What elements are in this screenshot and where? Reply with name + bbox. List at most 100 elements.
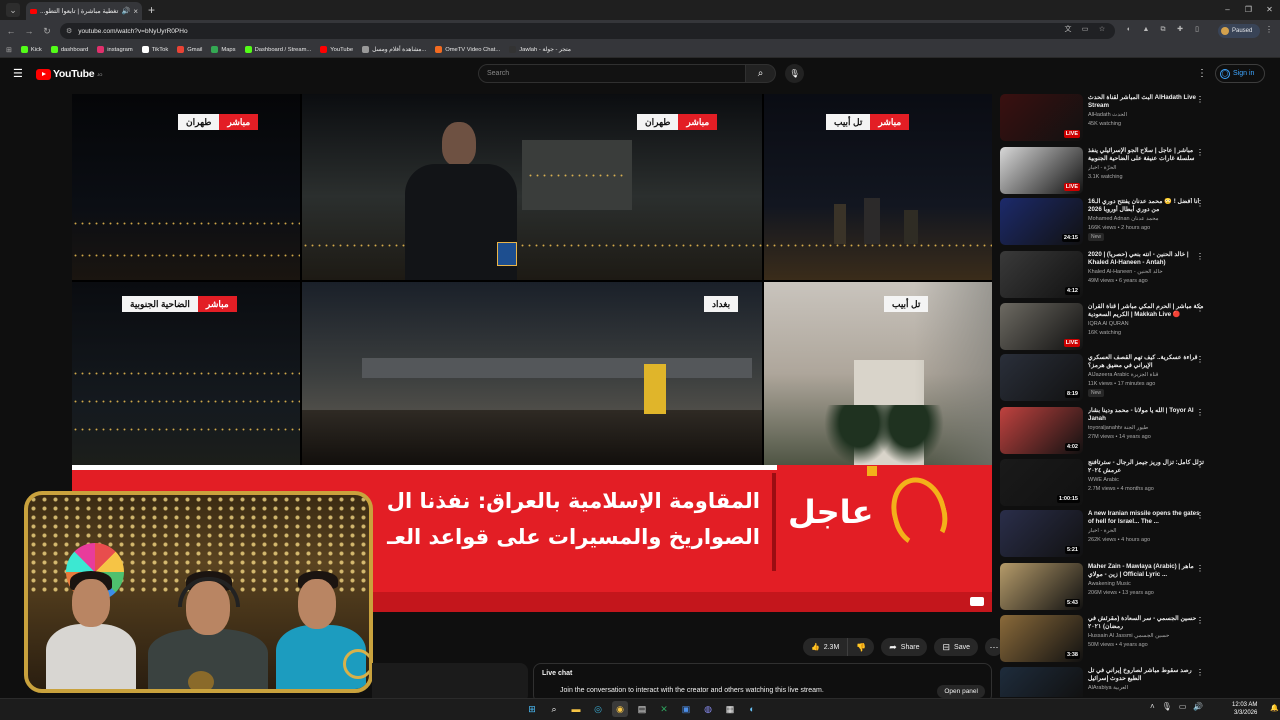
bookmark-star-icon[interactable]: ☆ [1096, 24, 1108, 36]
volume-icon[interactable]: 🔊 [1193, 702, 1203, 711]
hamburger-menu-icon[interactable]: ☰ [13, 69, 23, 80]
discord-icon[interactable]: ◍ [700, 701, 716, 717]
video-title[interactable]: تزلل كامل: تزال وريز جيمز الرجال - سترتا… [1088, 459, 1204, 474]
system-clock[interactable]: 12:03 AM 3/3/2026 [1232, 701, 1257, 717]
more-options-icon[interactable]: ⋮ [1196, 564, 1204, 573]
settings-kebab-icon[interactable]: ⋮ [1197, 68, 1207, 79]
more-options-icon[interactable]: ⋮ [1196, 304, 1204, 313]
new-tab-button[interactable]: + [148, 3, 155, 17]
site-info-icon[interactable]: ⚙ [66, 27, 72, 35]
voice-search-button[interactable]: 🎙 [785, 64, 804, 83]
channel-name[interactable]: الحرّة - أخبار [1088, 165, 1198, 171]
recommendation-item[interactable]: 8:19 قراءة عسكرية.. كيف تهم القصف العسكر… [1000, 354, 1210, 402]
chrome-icon[interactable]: ◉ [612, 701, 628, 717]
reload-icon[interactable]: ↻ [40, 26, 54, 37]
channel-name[interactable]: Hussain Al Jassmi حسين الجسمي [1088, 633, 1198, 639]
bookmark-3[interactable]: TikTok [141, 46, 168, 53]
recommendation-item[interactable]: 24:15 أنا أفضل ! 😳 محمد عدنان يفتتح دوري… [1000, 198, 1210, 246]
calculator-icon[interactable]: ▦ [722, 701, 738, 717]
video-title[interactable]: مكة مباشر | الحرم المكي مباشر | قناة الق… [1088, 303, 1204, 318]
network-icon[interactable]: ▭ [1179, 702, 1187, 711]
browser-tab-active[interactable]: تغطية مباشرة | تابعوا التطو... 🔊 × [26, 2, 142, 20]
app-icon[interactable]: ▣ [678, 701, 694, 717]
chevron-up-icon[interactable]: ˄ [1150, 702, 1155, 711]
browser-menu-icon[interactable]: ⋮ [1265, 25, 1273, 34]
more-options-icon[interactable]: ⋮ [1196, 511, 1204, 520]
forward-arrow-icon[interactable]: → [22, 26, 36, 36]
search-input[interactable]: Search [478, 64, 746, 83]
video-title[interactable]: قراءة عسكرية.. كيف تهم القصف العسكري الإ… [1088, 354, 1204, 369]
notifications-bell-icon[interactable]: 🔔 [1270, 704, 1279, 712]
video-title[interactable]: الله يا مولانا - محمد ودينا بشار | Toyor… [1088, 407, 1204, 422]
video-thumbnail[interactable]: 5:21 [1000, 510, 1083, 557]
share-button[interactable]: ➦ Share [881, 638, 928, 656]
start-windows-icon[interactable]: ⊞ [524, 701, 540, 717]
more-options-icon[interactable]: ⋮ [1196, 148, 1204, 157]
bookmark-2[interactable]: instagram [97, 46, 133, 53]
youtube-logo[interactable]: YouTube JO [36, 68, 102, 80]
extension-icon[interactable]: ▲ [1140, 24, 1152, 36]
recommendation-item[interactable]: 5:21 A new Iranian missile opens the gat… [1000, 510, 1210, 558]
back-arrow-icon[interactable]: ← [4, 26, 18, 36]
edge-icon[interactable]: ◎ [590, 701, 606, 717]
excel-icon[interactable]: ✕ [656, 701, 672, 717]
recommendation-item[interactable]: 4:12 خالد الحنين - انته بنعي (حصرياً) | … [1000, 251, 1210, 299]
bookmark-7[interactable]: YouTube [320, 46, 353, 53]
recommendation-item[interactable]: LIVE مكة مباشر | الحرم المكي مباشر | قنا… [1000, 303, 1210, 351]
profile-button[interactable]: Paused [1218, 24, 1260, 38]
extension-icon[interactable]: ◐ [1123, 24, 1135, 36]
bookmark-1[interactable]: dashboard [50, 46, 88, 53]
open-panel-button[interactable]: Open panel [937, 685, 985, 698]
tab-close-icon[interactable]: × [133, 7, 138, 16]
more-options-icon[interactable]: ⋮ [1196, 95, 1204, 104]
more-options-icon[interactable]: ⋮ [1196, 408, 1204, 417]
video-title[interactable]: البث المباشر لقناة الحدث AlHadath Live S… [1088, 94, 1204, 109]
bookmark-8[interactable]: مشاهدة أفلام ومسل... [362, 46, 426, 53]
recommendation-item[interactable]: 5:43 Maher Zain - Mawlaya (Arabic) | ماه… [1000, 563, 1210, 611]
video-thumbnail[interactable]: LIVE [1000, 94, 1083, 141]
sidebar-icon[interactable]: ▯ [1191, 24, 1203, 36]
channel-name[interactable]: IQRA Al QURAN [1088, 321, 1198, 327]
tab-audio-icon[interactable]: 🔊 [122, 7, 131, 15]
recommendation-item[interactable]: 4:02 الله يا مولانا - محمد ودينا بشار | … [1000, 407, 1210, 455]
more-options-icon[interactable]: ⋮ [1196, 616, 1204, 625]
video-title[interactable]: خالد الحنين - انته بنعي (حصرياً) | 2020 … [1088, 251, 1204, 266]
more-options-icon[interactable]: ⋮ [1196, 355, 1204, 364]
video-thumbnail[interactable]: 1:00:15 [1000, 459, 1083, 506]
description-box[interactable] [372, 663, 528, 703]
translate-icon[interactable]: 文 [1062, 24, 1074, 36]
dislike-button[interactable]: 👎 [848, 638, 874, 656]
save-button[interactable]: ⊟ Save [934, 638, 978, 656]
video-thumbnail[interactable] [1000, 667, 1083, 697]
maximize-icon[interactable]: ❐ [1238, 0, 1259, 20]
video-thumbnail[interactable]: LIVE [1000, 147, 1083, 194]
video-thumbnail[interactable]: 3:38 [1000, 615, 1083, 662]
channel-name[interactable]: AlHadath الحدث [1088, 112, 1198, 118]
video-title[interactable]: أنا أفضل ! 😳 محمد عدنان يفتتح دوري الـ16… [1088, 198, 1204, 213]
bookmark-5[interactable]: Maps [211, 46, 236, 53]
video-title[interactable]: A new Iranian missile opens the gates of… [1088, 510, 1204, 525]
more-options-icon[interactable]: ⋮ [1196, 199, 1204, 208]
video-thumbnail[interactable]: LIVE [1000, 303, 1083, 350]
channel-name[interactable]: Khaled Al-Haneen - خالد الحنين [1088, 269, 1198, 275]
cast-icon[interactable]: ▭ [1079, 24, 1091, 36]
channel-name[interactable]: AlArabiya العربية [1088, 685, 1198, 691]
video-title[interactable]: Maher Zain - Mawlaya (Arabic) | ماهر زين… [1088, 563, 1204, 578]
microphone-icon[interactable]: 🎙 [1162, 702, 1172, 711]
store-icon[interactable]: ▤ [634, 701, 650, 717]
bookmark-10[interactable]: Jawlah - متجر - جولة [509, 46, 571, 53]
close-window-icon[interactable]: ✕ [1259, 0, 1280, 20]
search-icon[interactable]: ⌕ [546, 701, 562, 717]
video-title[interactable]: حسين الجسمي - سر السعادة (مقرئش في رمضان… [1088, 615, 1204, 630]
recommendation-item[interactable]: 3:38 حسين الجسمي - سر السعادة (مقرئش في … [1000, 615, 1210, 663]
search-button[interactable]: ⌕ [746, 64, 776, 83]
recommendation-item[interactable]: 1:00:15 تزلل كامل: تزال وريز جيمز الرجال… [1000, 459, 1210, 507]
video-thumbnail[interactable]: 8:19 [1000, 354, 1083, 401]
more-options-icon[interactable]: ⋮ [1196, 460, 1204, 469]
like-button[interactable]: 👍 2.3M [803, 638, 849, 656]
steam-icon[interactable]: ◐ [744, 701, 760, 717]
video-thumbnail[interactable]: 4:12 [1000, 251, 1083, 298]
tab-search-button[interactable]: ⌄ [6, 3, 20, 17]
apps-grid-icon[interactable]: ⊞ [6, 46, 12, 54]
channel-name[interactable]: الحرة - أخبار [1088, 528, 1198, 534]
